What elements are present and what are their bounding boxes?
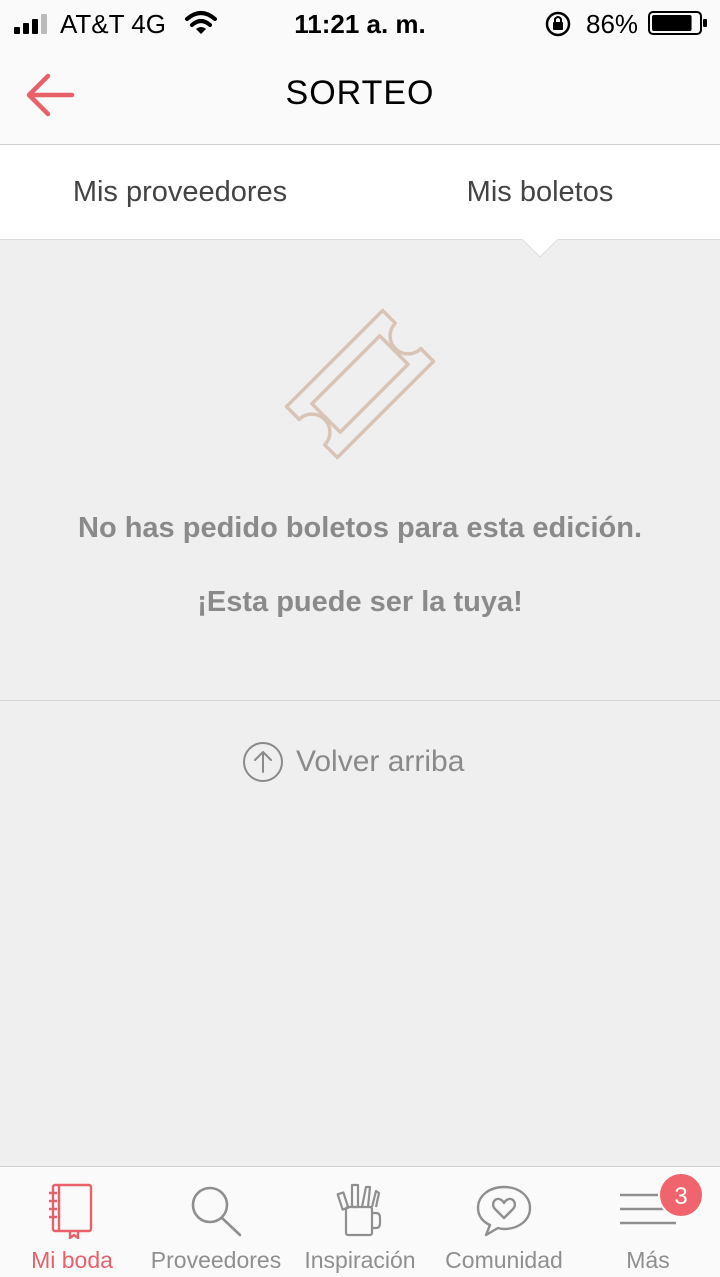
- orientation-lock-icon: [545, 11, 571, 37]
- bottom-tab-label: Proveedores: [150, 1247, 282, 1273]
- bottom-tab-label: Comunidad: [445, 1247, 563, 1273]
- search-icon: [191, 1186, 242, 1237]
- heart-chat-icon: [476, 1185, 532, 1237]
- bottom-tab-label: Inspiración: [304, 1247, 416, 1273]
- battery-percent: 86%: [586, 9, 639, 39]
- battery-icon: [648, 11, 707, 35]
- bottom-tab-mi-boda[interactable]: Mi boda: [0, 1167, 144, 1277]
- tab-mis-proveedores[interactable]: Mis proveedores: [0, 145, 360, 239]
- tab-bar: Mis proveedores Mis boletos: [0, 145, 720, 239]
- page-title: SORTEO: [285, 74, 435, 112]
- notebook-icon: [49, 1183, 93, 1239]
- empty-state-sub-message: ¡Esta puede ser la tuya!: [197, 586, 523, 618]
- back-to-top-button[interactable]: Volver arriba: [242, 740, 464, 784]
- back-to-top-label: Volver arriba: [296, 745, 465, 778]
- tab-divider: [0, 239, 720, 240]
- bottom-tab-proveedores[interactable]: Proveedores: [144, 1167, 288, 1277]
- tab-mis-boletos[interactable]: Mis boletos: [360, 145, 720, 239]
- selected-tab-indicator: [522, 239, 558, 258]
- bottom-tab-inspiracion[interactable]: Inspiración: [288, 1167, 432, 1277]
- section-divider: [0, 700, 720, 701]
- bottom-tab-comunidad[interactable]: Comunidad: [432, 1167, 576, 1277]
- nav-header: SORTEO: [0, 48, 720, 144]
- bottom-tab-label: Más: [626, 1247, 670, 1273]
- bottom-tab-label: Mi boda: [31, 1247, 113, 1273]
- arrow-up-circle-icon: [243, 742, 283, 782]
- ticket-icon: [284, 308, 436, 460]
- bottom-tab-bar: Mi boda Proveedores Inspiración Comunida…: [0, 1166, 720, 1277]
- status-bar: AT&T 4G 11:21 a. m. 86%: [0, 0, 720, 48]
- pencil-cup-icon: [336, 1183, 382, 1237]
- empty-state-message: No has pedido boletos para esta edición.: [78, 512, 642, 544]
- notification-badge: 3: [658, 1172, 704, 1218]
